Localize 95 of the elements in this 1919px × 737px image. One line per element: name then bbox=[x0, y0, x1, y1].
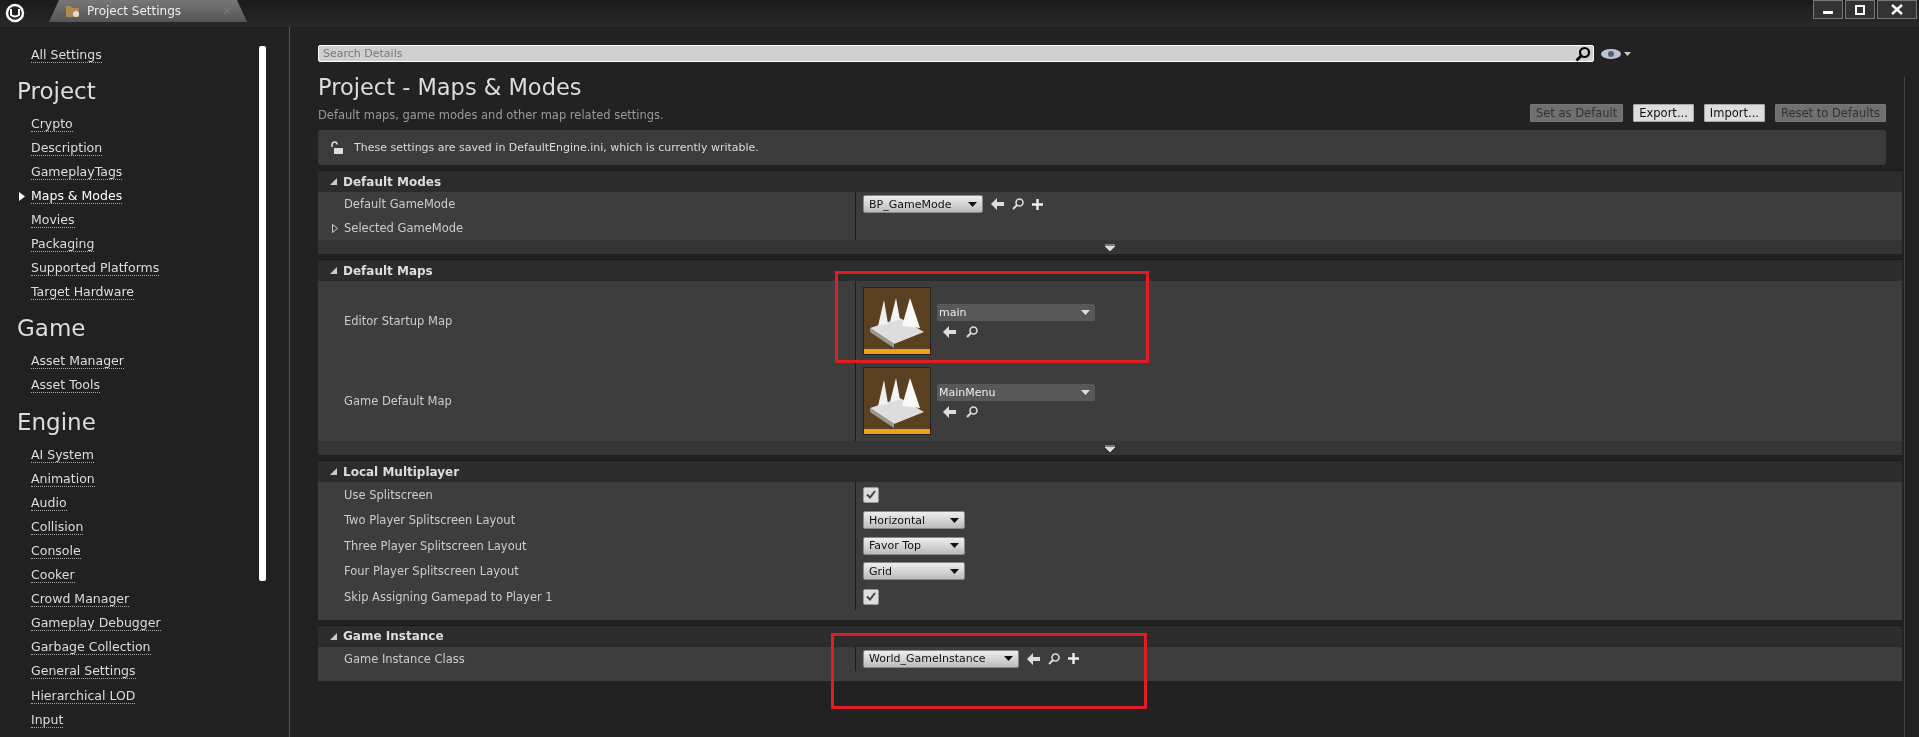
checkbox[interactable] bbox=[863, 486, 879, 503]
property-label: Game Instance Class bbox=[344, 651, 465, 666]
folder-gear-icon bbox=[65, 4, 81, 18]
tab-title: Project Settings bbox=[87, 4, 183, 18]
layout-dropdown[interactable]: Grid bbox=[863, 562, 965, 581]
plus-icon[interactable] bbox=[1032, 198, 1043, 210]
property-label: Game Default Map bbox=[344, 394, 452, 408]
layout-dropdown[interactable]: Horizontal bbox=[863, 511, 965, 530]
map-thumbnail bbox=[863, 287, 931, 355]
map-dropdown[interactable]: MainMenu bbox=[937, 384, 1095, 401]
section-header[interactable]: Default Maps bbox=[318, 260, 1902, 281]
sidebar-link[interactable]: Crypto bbox=[31, 116, 73, 132]
section-title: Local Multiplayer bbox=[343, 464, 460, 479]
caret-icon bbox=[1081, 310, 1090, 315]
caret-icon bbox=[950, 517, 959, 523]
search-field[interactable]: Search Details bbox=[318, 45, 1594, 62]
search-icon[interactable] bbox=[1048, 652, 1060, 665]
sidebar-link[interactable]: Audio bbox=[31, 495, 67, 511]
caret-icon bbox=[950, 568, 959, 574]
sidebar-link[interactable]: Gameplay Debugger bbox=[31, 616, 161, 632]
use-selected-arrow-icon[interactable] bbox=[1027, 652, 1040, 665]
sidebar-link[interactable]: Cooker bbox=[31, 568, 75, 584]
scrollbar-thumb[interactable] bbox=[259, 46, 266, 581]
sidebar-link[interactable]: Hierarchical LOD bbox=[31, 688, 136, 704]
category-heading: Engine bbox=[16, 407, 97, 437]
caret-icon bbox=[1004, 656, 1013, 661]
property-label: Two Player Splitscreen Layout bbox=[344, 513, 516, 528]
map-thumbnail bbox=[863, 367, 931, 435]
expand-arrow-icon[interactable] bbox=[332, 223, 338, 233]
minimize-button[interactable] bbox=[1813, 0, 1843, 19]
minimize-icon bbox=[1823, 11, 1833, 14]
sidebar-link[interactable]: Supported Platforms bbox=[31, 261, 160, 277]
sidebar-link[interactable]: Packaging bbox=[31, 237, 95, 253]
all-settings-link[interactable]: All Settings bbox=[31, 47, 102, 63]
project-settings-tab[interactable]: Project Settings bbox=[49, 0, 247, 22]
section-header[interactable]: Local Multiplayer bbox=[318, 461, 1902, 482]
property-label: Default GameMode bbox=[344, 197, 456, 211]
advanced-arrow-icon[interactable] bbox=[1105, 243, 1115, 251]
unlocked-icon bbox=[330, 140, 344, 155]
sidebar-link[interactable]: GameplayTags bbox=[31, 164, 123, 180]
use-selected-arrow-icon[interactable] bbox=[943, 406, 956, 418]
property-label: Skip Assigning Gamepad to Player 1 bbox=[344, 589, 553, 604]
sidebar-link[interactable]: Target Hardware bbox=[31, 285, 134, 301]
sidebar-link[interactable]: Movies bbox=[31, 213, 75, 228]
toolbar-button[interactable]: Export... bbox=[1633, 104, 1694, 122]
restore-button[interactable] bbox=[1845, 0, 1875, 19]
sidebar-link[interactable]: Crowd Manager bbox=[31, 592, 130, 608]
close-button[interactable] bbox=[1877, 0, 1917, 19]
page-title: Project - Maps & Modes bbox=[318, 74, 583, 100]
sidebar-link[interactable]: Animation bbox=[31, 471, 95, 487]
sidebar-link[interactable]: AI System bbox=[31, 447, 94, 463]
class-dropdown[interactable]: BP_GameMode bbox=[863, 195, 983, 213]
class-dropdown[interactable]: World_GameInstance bbox=[863, 649, 1019, 668]
toolbar-button[interactable]: Import... bbox=[1703, 104, 1765, 122]
section-header[interactable]: Game Instance bbox=[318, 625, 1902, 647]
caret-icon bbox=[1081, 390, 1090, 395]
sidebar-link[interactable]: Maps & Modes bbox=[31, 188, 123, 204]
use-selected-arrow-icon[interactable] bbox=[943, 326, 956, 338]
search-icon[interactable] bbox=[966, 406, 978, 418]
search-icon bbox=[1575, 46, 1591, 62]
page-subtitle: Default maps, game modes and other map related settings. bbox=[318, 108, 664, 122]
use-selected-arrow-icon[interactable] bbox=[991, 198, 1004, 210]
restore-icon bbox=[1854, 4, 1866, 15]
sidebar-link[interactable]: Asset Manager bbox=[31, 354, 124, 370]
section-title: Default Maps bbox=[343, 263, 433, 278]
category-heading: Game bbox=[16, 314, 87, 344]
sidebar-link[interactable]: Console bbox=[31, 543, 81, 559]
sidebar-link[interactable]: Description bbox=[31, 140, 103, 156]
property-label: Four Player Splitscreen Layout bbox=[344, 564, 519, 579]
section-header[interactable]: Default Modes bbox=[318, 171, 1902, 192]
sidebar-link[interactable]: Asset Tools bbox=[31, 378, 100, 394]
sidebar-link[interactable]: Garbage Collection bbox=[31, 640, 151, 656]
sidebar-link[interactable]: Collision bbox=[31, 519, 84, 535]
search-icon[interactable] bbox=[966, 326, 978, 338]
property-label: Editor Startup Map bbox=[344, 314, 453, 328]
section-title: Game Instance bbox=[343, 629, 444, 643]
category-heading: Project bbox=[16, 76, 97, 106]
sidebar-link[interactable]: Input bbox=[31, 712, 64, 728]
layout-dropdown[interactable]: Favor Top bbox=[863, 536, 965, 555]
sidebar-link[interactable]: General Settings bbox=[31, 664, 136, 680]
property-label: Use Splitscreen bbox=[344, 487, 433, 502]
advanced-arrow-icon[interactable] bbox=[1105, 444, 1115, 452]
property-label: Selected GameMode bbox=[344, 221, 464, 235]
caret-icon bbox=[968, 201, 977, 207]
section-title: Default Modes bbox=[343, 174, 442, 189]
close-icon bbox=[1891, 4, 1903, 15]
notice-text: These settings are saved in DefaultEngine.ini, which is currently writable. bbox=[354, 141, 759, 154]
logo-icon bbox=[5, 3, 25, 23]
caret-icon bbox=[950, 543, 959, 549]
eye-icon[interactable] bbox=[1600, 46, 1632, 61]
property-label: Three Player Splitscreen Layout bbox=[344, 538, 527, 553]
search-icon[interactable] bbox=[1012, 198, 1024, 210]
plus-icon[interactable] bbox=[1068, 653, 1079, 664]
checkbox[interactable] bbox=[863, 588, 879, 605]
map-dropdown[interactable]: main bbox=[937, 304, 1095, 321]
